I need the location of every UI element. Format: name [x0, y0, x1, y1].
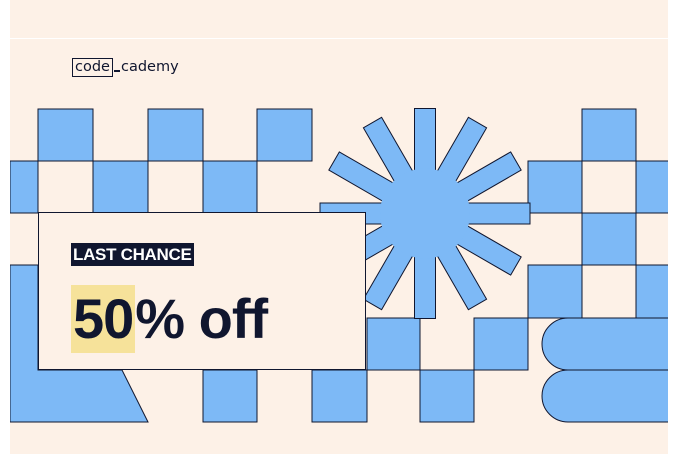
checker-square	[311, 369, 368, 423]
discount-percent-highlight: 50	[71, 285, 136, 353]
checker-square	[473, 317, 529, 371]
email-banner: code cademy LAST CHANCE 50% off	[10, 0, 668, 454]
last-chance-badge: LAST CHANCE	[71, 243, 194, 266]
checker-square	[92, 160, 149, 214]
checker-square	[366, 317, 421, 371]
checker-square	[202, 369, 258, 423]
checker-square	[635, 160, 668, 214]
logo-cursor	[113, 70, 120, 72]
promo-box: LAST CHANCE 50% off	[38, 212, 366, 370]
logo-text: cademy	[120, 59, 179, 75]
checker-square	[581, 108, 637, 162]
checker-square	[527, 160, 583, 214]
checker-square	[419, 369, 475, 423]
discount-suffix: % off	[135, 287, 268, 350]
checker-square	[10, 160, 39, 214]
checker-square	[635, 264, 668, 319]
checker-square	[147, 108, 204, 162]
logo-code-box: code	[72, 57, 113, 77]
codecademy-logo[interactable]: code cademy	[72, 56, 179, 78]
checker-square	[256, 108, 313, 162]
discount-headline: 50% off	[71, 285, 268, 353]
checker-square	[202, 160, 258, 214]
pill-shape	[541, 369, 668, 423]
checker-square	[527, 264, 583, 319]
checker-square	[581, 212, 637, 266]
pill-shape	[541, 317, 668, 371]
checker-square	[37, 108, 94, 162]
